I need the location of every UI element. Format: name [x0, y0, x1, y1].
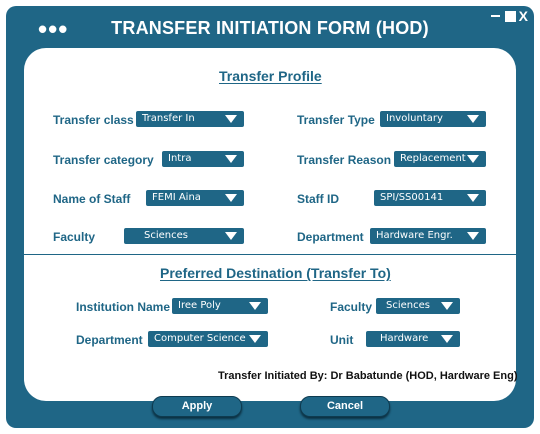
institution-name-value: Iree Poly — [178, 300, 221, 311]
form-panel: Transfer Profile Transfer class Transfer… — [12, 48, 528, 401]
destination-department-label: Department — [76, 333, 143, 347]
chevron-down-icon — [441, 335, 453, 343]
chevron-down-icon — [467, 115, 479, 123]
cancel-button[interactable]: Cancel — [300, 396, 390, 417]
chevron-down-icon — [467, 232, 479, 240]
destination-faculty-value: Sciences — [386, 300, 430, 311]
apply-button[interactable]: Apply — [152, 396, 242, 417]
institution-name-label: Institution Name — [76, 300, 171, 314]
transfer-type-dropdown[interactable]: Involuntary — [380, 111, 486, 127]
window-controls: X — [490, 9, 528, 23]
transfer-class-value: Transfer In — [142, 113, 195, 124]
department-label: Department — [297, 230, 364, 244]
initiated-by-text: Transfer Initiated By: Dr Babatunde (HOD… — [218, 370, 518, 382]
faculty-dropdown[interactable]: Sciences — [124, 228, 244, 244]
destination-faculty-dropdown[interactable]: Sciences — [376, 298, 460, 314]
transfer-reason-dropdown[interactable]: Replacement — [394, 151, 486, 167]
section-divider — [12, 254, 528, 255]
chevron-down-icon — [441, 302, 453, 310]
staff-id-value: SPI/SS00141 — [380, 192, 444, 203]
staff-id-label: Staff ID — [297, 192, 339, 206]
department-value: Hardware Engr. — [376, 230, 453, 241]
department-dropdown[interactable]: Hardware Engr. — [370, 228, 486, 244]
chevron-down-icon — [467, 194, 479, 202]
form-window: ••• TRANSFER INITIATION FORM (HOD) X Tra… — [6, 6, 534, 428]
staff-name-dropdown[interactable]: FEMI Aina — [146, 190, 244, 206]
transfer-class-label: Transfer class — [53, 113, 134, 127]
window-title: TRANSFER INITIATION FORM (HOD) — [111, 18, 429, 38]
close-icon[interactable]: X — [519, 9, 528, 23]
staff-id-dropdown[interactable]: SPI/SS00141 — [374, 190, 486, 206]
preferred-destination-heading: Preferred Destination (Transfer To) — [160, 265, 391, 281]
chevron-down-icon — [249, 302, 261, 310]
destination-department-dropdown[interactable]: Computer Science — [148, 331, 268, 347]
transfer-category-label: Transfer category — [53, 153, 154, 167]
minimize-icon[interactable] — [490, 15, 500, 17]
transfer-class-dropdown[interactable]: Transfer In — [136, 111, 244, 127]
transfer-reason-label: Transfer Reason — [297, 153, 392, 167]
transfer-category-value: Intra — [168, 153, 192, 164]
transfer-type-value: Involuntary — [386, 113, 443, 124]
chevron-down-icon — [467, 155, 479, 163]
maximize-icon[interactable] — [504, 10, 516, 22]
transfer-profile-heading: Transfer Profile — [219, 68, 322, 84]
chevron-down-icon — [225, 194, 237, 202]
staff-name-value: FEMI Aina — [152, 192, 201, 203]
faculty-value: Sciences — [144, 230, 188, 241]
unit-dropdown[interactable]: Hardware — [366, 331, 460, 347]
faculty-label: Faculty — [53, 230, 96, 244]
transfer-type-label: Transfer Type — [297, 113, 375, 127]
chevron-down-icon — [225, 232, 237, 240]
destination-faculty-label: Faculty — [330, 300, 373, 314]
unit-value: Hardware — [380, 333, 429, 344]
transfer-reason-value: Replacement — [400, 153, 466, 164]
chevron-down-icon — [225, 155, 237, 163]
destination-department-value: Computer Science — [154, 333, 246, 344]
institution-name-dropdown[interactable]: Iree Poly — [172, 298, 268, 314]
transfer-category-dropdown[interactable]: Intra — [162, 151, 244, 167]
unit-label: Unit — [330, 333, 354, 347]
chevron-down-icon — [249, 335, 261, 343]
staff-name-label: Name of Staff — [53, 192, 131, 206]
chevron-down-icon — [225, 115, 237, 123]
